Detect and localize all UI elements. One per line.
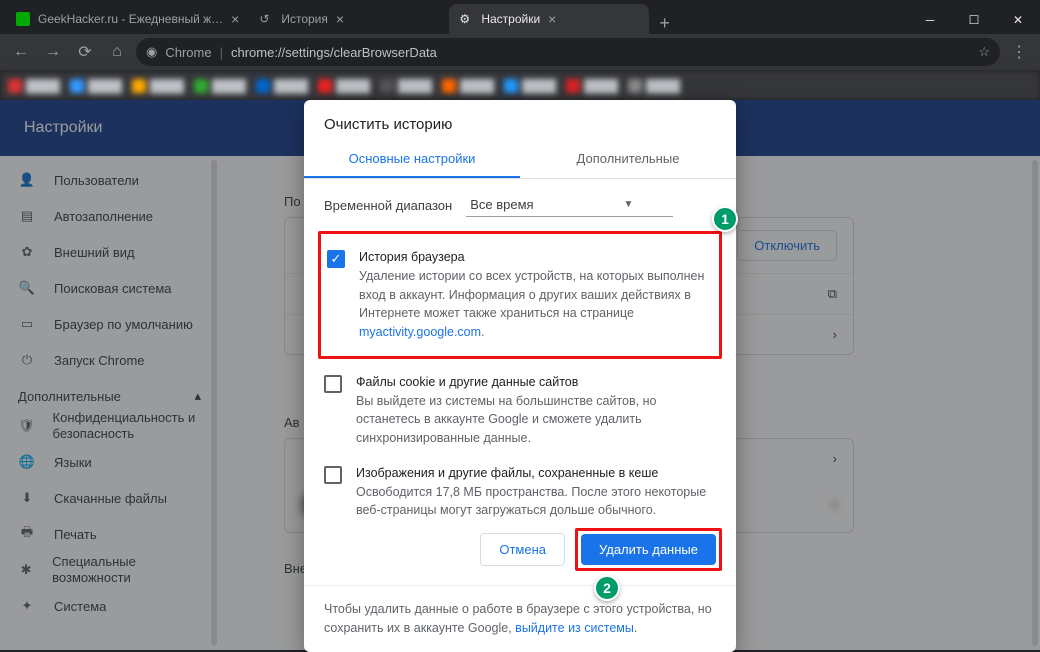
annotation-badge-1: 1	[712, 206, 738, 232]
window-titlebar: GeekHacker.ru - Ежедневный ж… × ↺ Истори…	[0, 0, 1040, 34]
site-info-icon[interactable]: ◉	[146, 44, 157, 60]
checkbox-history[interactable]: ✓	[327, 250, 345, 268]
annotation-highlight-2: Удалить данные	[575, 528, 722, 571]
tab-geekhacker[interactable]: GeekHacker.ru - Ежедневный ж… ×	[6, 4, 249, 34]
url-path: chrome://settings/clearBrowserData	[231, 45, 437, 60]
dialog-tabs: Основные настройки Дополнительные	[304, 141, 736, 179]
dialog-buttons: Отмена Удалить данные	[304, 528, 736, 585]
annotation-badge-2: 2	[594, 575, 620, 601]
address-bar[interactable]: ◉ Chrome | chrome://settings/clearBrowse…	[136, 38, 1000, 66]
time-range-select[interactable]: Все время ▼	[466, 193, 673, 217]
close-icon[interactable]: ×	[231, 11, 239, 27]
window-controls: ─ ☐ ✕	[908, 6, 1040, 34]
close-icon[interactable]: ×	[336, 11, 344, 27]
tab-advanced[interactable]: Дополнительные	[520, 141, 736, 178]
tab-basic[interactable]: Основные настройки	[304, 141, 520, 178]
tab-label: Настройки	[481, 12, 540, 26]
back-button[interactable]: ←	[8, 39, 34, 65]
cancel-button[interactable]: Отмена	[480, 533, 565, 566]
checkbox-cache[interactable]	[324, 466, 342, 484]
tab-history[interactable]: ↺ История ×	[249, 4, 449, 34]
browser-tabs: GeekHacker.ru - Ежедневный ж… × ↺ Истори…	[0, 0, 908, 34]
dialog-title: Очистить историю	[304, 100, 736, 141]
myactivity-link[interactable]: myactivity.google.com	[359, 325, 481, 339]
clear-data-dialog: Очистить историю Основные настройки Допо…	[304, 100, 736, 652]
tab-settings[interactable]: ⚙ Настройки ×	[449, 4, 649, 34]
tab-label: GeekHacker.ru - Ежедневный ж…	[38, 12, 223, 26]
menu-button[interactable]: ⋮	[1006, 39, 1032, 65]
bookmarks-bar: ████ ████ ████ ████ ████ ████ ████ ████ …	[0, 70, 1040, 100]
url-protocol: Chrome	[165, 45, 211, 60]
signout-link[interactable]: выйдите из системы	[515, 621, 634, 635]
new-tab-button[interactable]: +	[649, 13, 680, 34]
clear-data-button[interactable]: Удалить данные	[581, 534, 716, 565]
signout-note: Чтобы удалить данные о работе в браузере…	[304, 585, 736, 652]
close-icon[interactable]: ×	[548, 11, 556, 27]
minimize-button[interactable]: ─	[908, 6, 952, 34]
option-cache[interactable]: Изображения и другие файлы, сохраненные …	[324, 456, 716, 528]
time-range-row: Временной диапазон Все время ▼	[304, 179, 736, 231]
bookmark-star-icon[interactable]: ☆	[978, 44, 990, 60]
checkbox-cookies[interactable]	[324, 375, 342, 393]
maximize-button[interactable]: ☐	[952, 6, 996, 34]
reload-button[interactable]: ⟳	[72, 39, 98, 65]
forward-button[interactable]: →	[40, 39, 66, 65]
range-label: Временной диапазон	[324, 198, 452, 213]
option-cookies[interactable]: Файлы cookie и другие данные сайтовВы вы…	[324, 365, 716, 456]
option-browsing-history[interactable]: ✓ История браузера Удаление истории со в…	[327, 240, 713, 350]
annotation-highlight-1: ✓ История браузера Удаление истории со в…	[318, 231, 722, 359]
chevron-down-icon: ▼	[564, 199, 634, 210]
home-button[interactable]: ⌂	[104, 39, 130, 65]
close-window-button[interactable]: ✕	[996, 6, 1040, 34]
tab-label: История	[281, 12, 328, 26]
browser-toolbar: ← → ⟳ ⌂ ◉ Chrome | chrome://settings/cle…	[0, 34, 1040, 70]
